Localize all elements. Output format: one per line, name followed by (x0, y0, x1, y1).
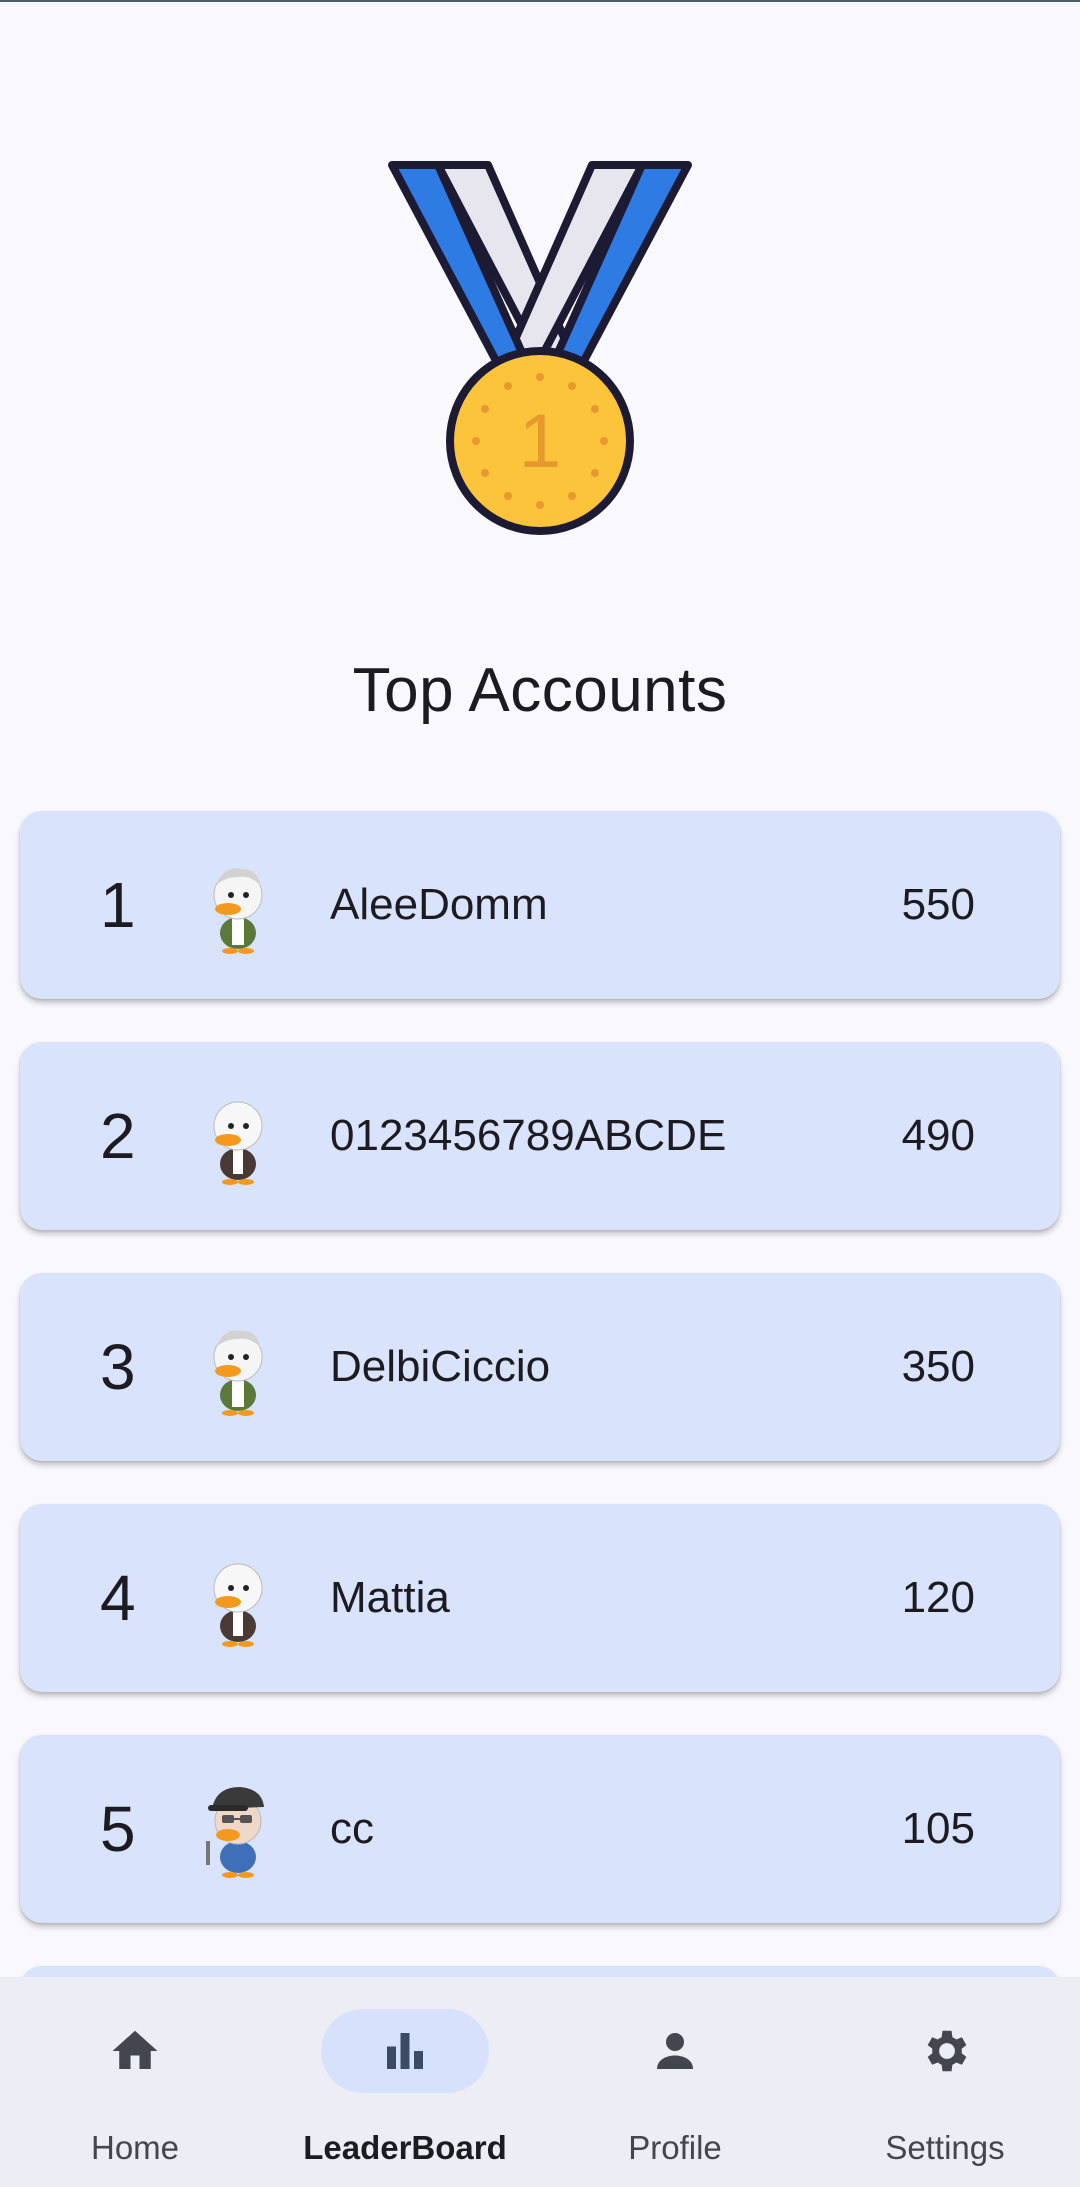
profile-icon (657, 2033, 693, 2069)
leaderboard-icon (387, 2033, 423, 2069)
account-name: AleeDomm (330, 880, 548, 929)
duck-avatar-icon (206, 1787, 264, 1878)
account-name: Mattia (330, 1573, 450, 1622)
medal-icon: 1 (388, 161, 692, 535)
bottom-navigation: Home LeaderBoard Profile Settings (0, 1977, 1080, 2187)
nav-item-settings[interactable]: Settings (810, 1977, 1080, 2187)
nav-item-profile[interactable]: Profile (540, 1977, 810, 2187)
nav-item-home[interactable]: Home (0, 1977, 270, 2187)
account-score: 350 (901, 1342, 975, 1391)
nav-item-leaderboard[interactable]: LeaderBoard (270, 1977, 540, 2187)
nav-label: Profile (628, 2129, 722, 2166)
nav-label: Settings (885, 2129, 1005, 2166)
duck-avatar-icon (213, 1330, 263, 1416)
page-title: Top Accounts (352, 656, 728, 725)
account-score: 105 (901, 1804, 975, 1853)
rank-number: 1 (100, 869, 136, 941)
nav-label: LeaderBoard (303, 2129, 507, 2166)
duck-avatar-icon (213, 1101, 263, 1185)
account-score: 490 (901, 1111, 975, 1160)
account-name: cc (330, 1804, 374, 1853)
leaderboard-list: 1 AleeDomm 550 2 0123456789ABCDE 490 3 D… (20, 811, 1060, 2069)
nav-label: Home (90, 2129, 180, 2166)
settings-icon (927, 2030, 967, 2072)
account-score: 120 (901, 1573, 975, 1622)
leaderboard-row[interactable]: 5 cc 105 (20, 1735, 1060, 1923)
status-bar-line (0, 0, 1080, 2)
rank-number: 2 (100, 1100, 136, 1172)
leaderboard-row[interactable]: 2 0123456789ABCDE 490 (20, 1042, 1060, 1230)
leaderboard-row[interactable]: 4 Mattia 120 (20, 1504, 1060, 1692)
rank-number: 3 (100, 1331, 136, 1403)
rank-number: 5 (100, 1793, 136, 1865)
duck-avatar-icon (213, 1563, 263, 1647)
rank-number: 4 (100, 1562, 136, 1634)
medal-number: 1 (519, 399, 561, 484)
leaderboard-row[interactable]: 1 AleeDomm 550 (20, 811, 1060, 999)
account-score: 550 (901, 880, 975, 929)
account-name: 0123456789ABCDE (330, 1111, 727, 1160)
account-name: DelbiCiccio (330, 1342, 551, 1391)
leaderboard-row[interactable]: 3 DelbiCiccio 350 (20, 1273, 1060, 1461)
home-icon (112, 2030, 158, 2069)
duck-avatar-icon (213, 868, 263, 954)
